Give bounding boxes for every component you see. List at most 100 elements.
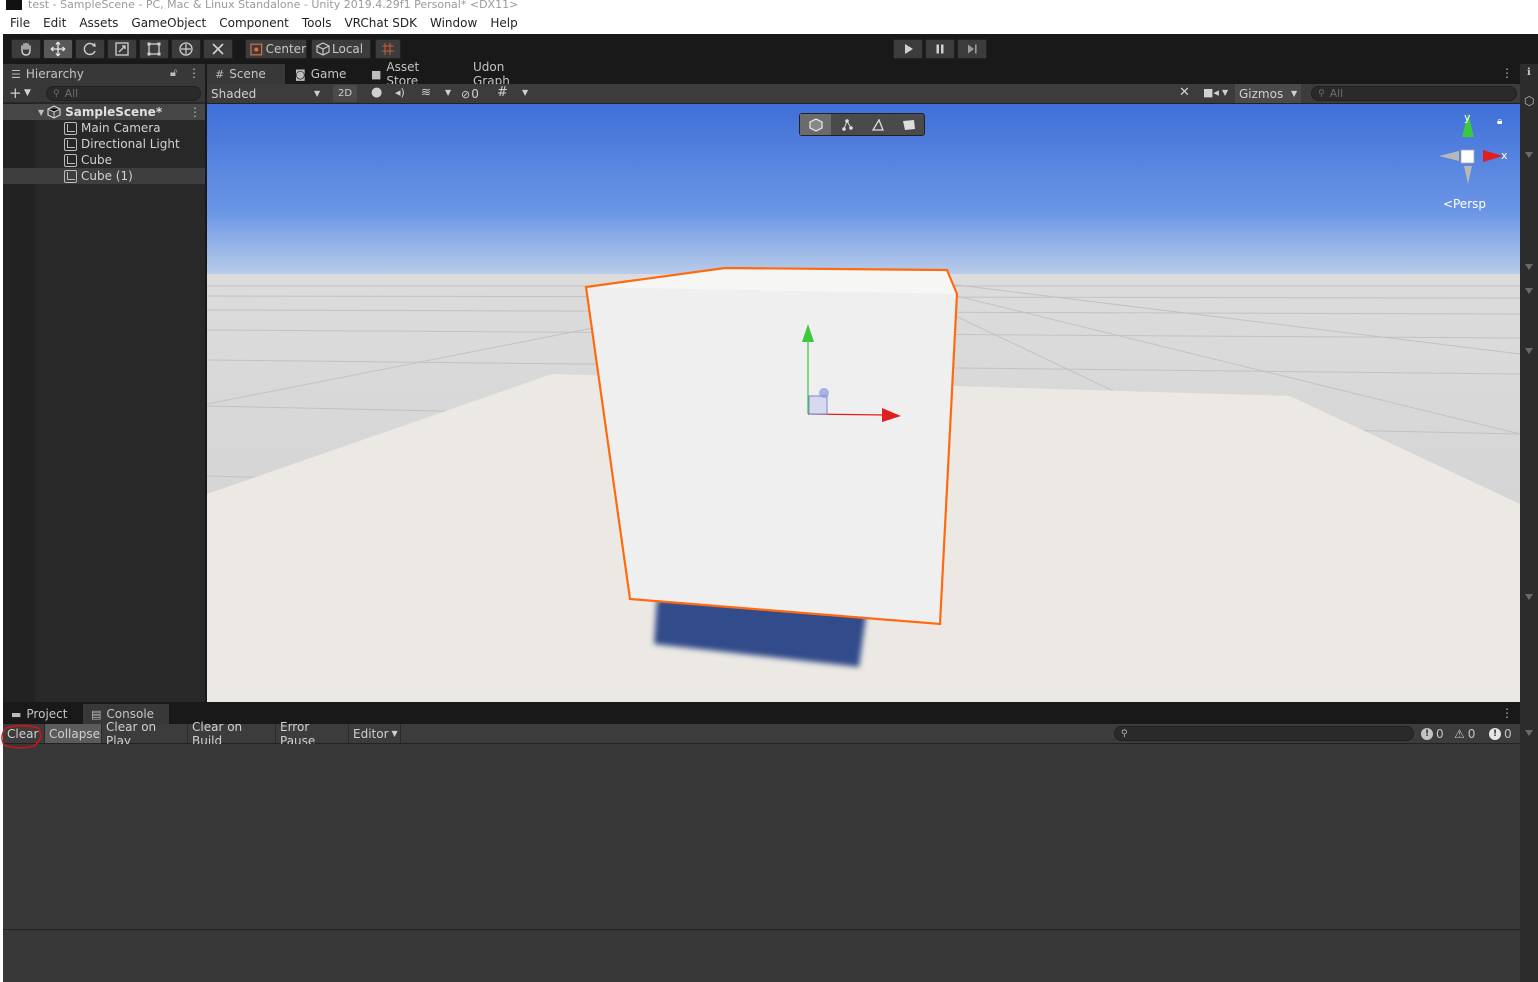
vertex-mode-button[interactable] [831,114,862,135]
lock-icon[interactable]: 🔓︎ [170,66,177,80]
xz-plane-handle[interactable] [808,395,828,415]
scene-menu-icon[interactable]: ⋮ [1501,66,1513,80]
audio-speaker-icon[interactable]: ◂) [395,86,405,99]
hierarchy-item-directional-light[interactable]: Directional Light [3,136,205,152]
gameobject-cube-icon [64,121,77,135]
menu-assets[interactable]: Assets [79,16,118,30]
camera-icon[interactable]: ■◂ [1203,86,1219,99]
console-menu-icon[interactable]: ⋮ [1501,706,1513,720]
info-icon[interactable]: ℹ [1527,67,1531,78]
step-button[interactable] [957,39,987,59]
tab-project[interactable]: ▬ Project [3,704,81,724]
grid-snap-icon [382,43,394,55]
grid-snap-button[interactable] [375,39,401,59]
draw-mode-dropdown[interactable]: Shaded ▼ [207,84,329,103]
face-mode-button[interactable] [893,114,924,135]
pivot-space-toggle[interactable]: Local [311,39,371,59]
tab-udon-graph[interactable]: Udon Graph [465,60,549,88]
step-icon [968,44,977,54]
folder-icon: ▬ [11,707,22,721]
custom-tool-button[interactable] [203,39,233,59]
hierarchy-menu-icon[interactable]: ⋮ [188,66,200,80]
scale-tool-button[interactable] [107,39,137,59]
error-pause-button[interactable]: Error Pause [276,720,349,748]
gizmo-x-label: x [1501,149,1508,162]
log-counter-toggle[interactable]: ! 0 [1421,726,1444,742]
edge-mode-button[interactable] [862,114,893,135]
scene-search-input[interactable]: ⚲ All [1311,86,1517,101]
rotate-tool-button[interactable] [75,39,105,59]
foldout-arrow-icon[interactable] [1525,594,1533,600]
hierarchy-search-input[interactable]: ⚲ All [46,86,201,101]
menu-file[interactable]: File [10,16,30,30]
foldout-arrow-icon[interactable] [1525,264,1533,270]
editor-dropdown[interactable]: Editor ▼ [349,724,401,743]
create-plus-icon[interactable]: + [9,84,22,102]
tab-scene[interactable]: # Scene [207,64,285,84]
menu-component[interactable]: Component [219,16,289,30]
hierarchy-item-label: Cube (1) [81,169,133,183]
menu-tools[interactable]: Tools [302,16,332,30]
pause-button[interactable] [925,39,955,59]
effects-layers-icon[interactable]: ≋ [421,85,431,99]
selected-cube[interactable] [586,268,957,624]
effects-dropdown-icon[interactable]: ▼ [445,88,451,97]
warning-counter-toggle[interactable]: ⚠ 0 [1454,726,1475,742]
grid-dropdown-icon[interactable]: ▼ [522,88,528,97]
rect-tool-button[interactable] [139,39,169,59]
tab-game[interactable]: ◙ Game [287,64,361,84]
menu-gameobject[interactable]: GameObject [131,16,206,30]
eye-slash-icon: ⊘ [461,87,471,101]
gameobject-cube-icon [64,153,77,167]
scene-toolbar: Shaded ▼ 2D ● ◂) ≋ ▼ ⊘ 0 # ▼ ✕ ■◂ ▼ Gizm… [207,84,1520,104]
scene-viewport[interactable]: y x 🔒︎ < Persp [207,104,1520,702]
tools-icon [212,43,224,55]
menu-help[interactable]: Help [490,16,517,30]
toggle-2d-button[interactable]: 2D [333,85,357,102]
object-mode-button[interactable] [800,114,831,135]
gameobject-cube-icon [64,169,77,183]
clear-on-play-button[interactable]: Clear on Play [102,720,188,748]
foldout-arrow-icon[interactable] [1525,730,1533,736]
edge-icon [871,118,884,131]
gizmo-lock-icon[interactable]: 🔒︎ [1497,116,1502,127]
play-button[interactable] [893,39,923,59]
foldout-arrow-icon[interactable] [1525,288,1533,294]
projection-label[interactable]: Persp [1453,197,1486,211]
console-search-input[interactable]: ⚲ [1114,726,1414,741]
scene-tools-icon[interactable]: ✕ [1179,85,1190,100]
scene-menu-icon[interactable]: ⋮ [189,105,201,119]
lighting-bulb-icon[interactable]: ● [371,85,382,100]
grid-toggle-icon[interactable]: # [497,85,508,100]
error-counter-toggle[interactable]: ! 0 [1489,726,1512,742]
window-title: test - SampleScene - PC, Mac & Linux Sta… [28,0,519,11]
clear-on-build-button[interactable]: Clear on Build [188,720,276,748]
menu-vrchat-sdk[interactable]: VRChat SDK [344,16,417,30]
move-arrows-icon [50,41,66,57]
console-log-list[interactable] [3,744,1520,929]
hierarchy-item-cube[interactable]: Cube [3,152,205,168]
collapse-button[interactable]: Collapse [45,724,102,743]
z-axis-handle[interactable] [819,388,829,398]
transform-tool-button[interactable] [171,39,201,59]
hidden-objects-toggle[interactable]: ⊘ 0 [461,85,479,103]
hierarchy-item-main-camera[interactable]: Main Camera [3,120,205,136]
menu-edit[interactable]: Edit [43,16,66,30]
cube-mode-icon [808,117,823,132]
hand-tool-button[interactable] [11,39,41,59]
tab-asset-store[interactable]: ■ Asset Store [363,60,461,88]
editor-dropdown-label: Editor [353,726,389,741]
create-dropdown-icon[interactable]: ▼ [24,84,31,102]
hierarchy-scene-row[interactable]: ▼ SampleScene* ⋮ [3,104,205,120]
camera-dropdown-icon[interactable]: ▼ [1222,88,1228,97]
move-tool-button[interactable] [43,39,73,59]
gizmos-dropdown[interactable]: Gizmos ▼ [1235,84,1301,103]
foldout-arrow-icon[interactable] [1525,348,1533,354]
expand-arrow-icon[interactable]: ▼ [38,108,44,117]
gizmos-label: Gizmos [1239,86,1284,101]
console-detail-area[interactable] [3,929,1520,982]
hierarchy-item-cube-1[interactable]: Cube (1) [3,168,205,184]
menu-window[interactable]: Window [430,16,477,30]
foldout-arrow-icon[interactable] [1525,152,1533,158]
pivot-center-toggle[interactable]: Center [245,39,307,59]
